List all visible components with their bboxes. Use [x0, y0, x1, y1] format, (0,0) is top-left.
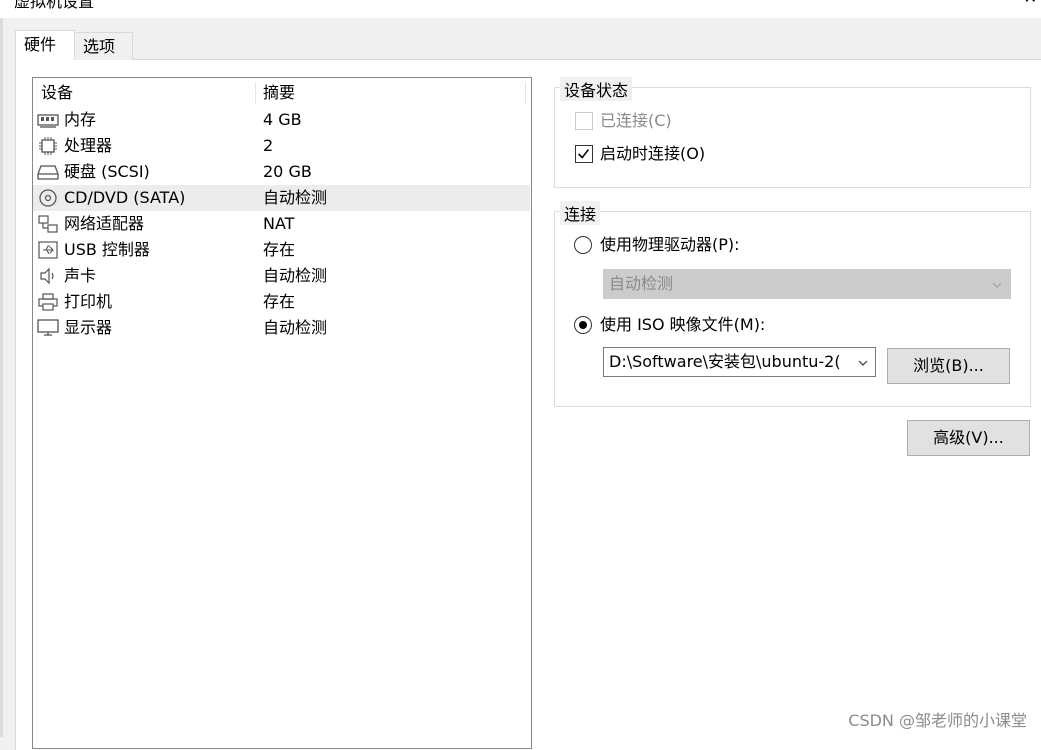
device-name: 显示器 [64, 318, 113, 337]
physical-drive-select-value: 自动检测 [609, 274, 674, 293]
device-status-title: 设备状态 [560, 77, 633, 101]
physical-drive-select[interactable]: 自动检测 [603, 269, 1011, 299]
title-bar: 虚拟机设置 ✕ [0, 0, 1041, 18]
connected-checkbox[interactable] [575, 112, 593, 130]
processor-icon [39, 137, 57, 155]
background-window-edge [0, 18, 3, 737]
sound-card-icon [40, 267, 54, 285]
chevron-down-icon [992, 282, 1002, 288]
device-summary: 存在 [263, 240, 296, 259]
watermark: CSDN @邹老师的小课堂 [848, 711, 1027, 730]
device-name: CD/DVD (SATA) [64, 188, 186, 207]
device-name: 处理器 [64, 136, 113, 155]
connect-at-power-on-label: 启动时连接(O) [600, 144, 706, 163]
browse-button[interactable]: 浏览(B)... [887, 348, 1010, 384]
connected-label: 已连接(C) [600, 111, 672, 130]
display-icon [37, 319, 59, 336]
device-row-sound-card[interactable]: 声卡 自动检测 [33, 263, 530, 289]
connection-title: 连接 [560, 201, 601, 225]
device-name: 网络适配器 [64, 214, 145, 233]
device-summary: 自动检测 [263, 318, 328, 337]
device-row-cd-dvd[interactable]: CD/DVD (SATA) 自动检测 [33, 185, 530, 211]
device-row-memory[interactable]: 内存 4 GB [33, 107, 530, 133]
device-summary: NAT [263, 214, 295, 233]
iso-image-radio[interactable] [574, 316, 592, 334]
device-summary: 2 [263, 136, 274, 155]
checkmark-icon [578, 149, 590, 159]
device-row-usb[interactable]: USB 控制器 存在 [33, 237, 530, 263]
column-divider[interactable] [255, 82, 256, 104]
device-name: 打印机 [64, 292, 113, 311]
iso-path-combo[interactable]: D:\Software\安装包\ubuntu-2( [603, 347, 876, 377]
device-name: 内存 [64, 110, 97, 129]
printer-icon [38, 293, 58, 311]
device-row-network-adapter[interactable]: 网络适配器 NAT [33, 211, 530, 237]
device-row-printer[interactable]: 打印机 存在 [33, 289, 530, 315]
column-header-device[interactable]: 设备 [41, 80, 73, 106]
memory-icon [37, 114, 59, 128]
device-summary: 自动检测 [263, 266, 328, 285]
combo-arrow-area[interactable] [853, 348, 875, 376]
device-summary: 20 GB [263, 162, 312, 181]
column-divider[interactable] [525, 82, 526, 104]
iso-image-label: 使用 ISO 映像文件(M): [600, 315, 766, 334]
close-icon[interactable]: ✕ [1024, 0, 1037, 7]
usb-icon [38, 241, 58, 259]
chevron-down-icon [858, 360, 868, 366]
device-summary: 4 GB [263, 110, 302, 129]
device-name: USB 控制器 [64, 240, 150, 259]
column-header-summary[interactable]: 摘要 [263, 80, 295, 106]
device-status-group [554, 87, 1031, 188]
hard-disk-icon [37, 165, 59, 180]
iso-path-value: D:\Software\安装包\ubuntu-2( [609, 352, 841, 371]
tab-hardware[interactable]: 硬件 [15, 30, 75, 60]
device-summary: 自动检测 [263, 188, 328, 207]
tab-options[interactable]: 选项 [74, 32, 133, 60]
network-adapter-icon [38, 215, 58, 233]
physical-drive-radio[interactable] [574, 236, 592, 254]
device-row-processor[interactable]: 处理器 2 [33, 133, 530, 159]
window-title: 虚拟机设置 [14, 0, 95, 11]
connect-at-power-on-checkbox[interactable] [575, 145, 593, 163]
device-row-display[interactable]: 显示器 自动检测 [33, 315, 530, 341]
device-name: 声卡 [64, 266, 97, 285]
cd-dvd-icon [39, 189, 57, 207]
device-row-hard-disk[interactable]: 硬盘 (SCSI) 20 GB [33, 159, 530, 185]
device-list[interactable]: 设备 摘要 内存 4 GB 处理器 2 硬盘 (SCSI) 20 GB CD/D… [32, 77, 532, 749]
device-summary: 存在 [263, 292, 296, 311]
physical-drive-label: 使用物理驱动器(P): [600, 235, 740, 254]
advanced-button[interactable]: 高级(V)... [907, 420, 1030, 456]
device-name: 硬盘 (SCSI) [64, 162, 150, 181]
